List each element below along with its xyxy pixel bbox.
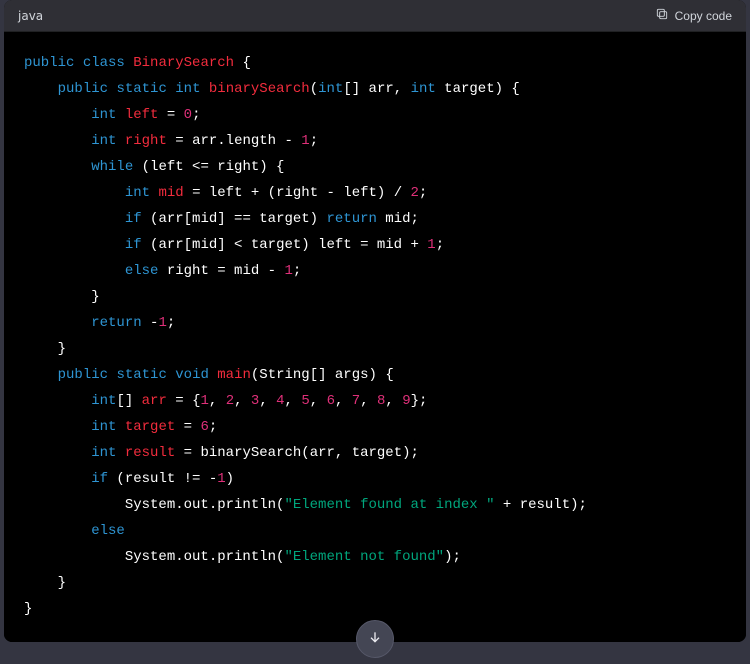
clipboard-icon (655, 7, 669, 24)
copy-code-label: Copy code (675, 9, 732, 23)
scroll-down-button[interactable] (356, 620, 394, 658)
code-block: java Copy code public class BinarySearch… (4, 0, 746, 642)
code-header: java Copy code (4, 0, 746, 32)
language-label: java (18, 9, 43, 23)
code-content[interactable]: public class BinarySearch { public stati… (4, 32, 746, 642)
arrow-down-icon (367, 629, 383, 649)
copy-code-button[interactable]: Copy code (655, 7, 732, 24)
